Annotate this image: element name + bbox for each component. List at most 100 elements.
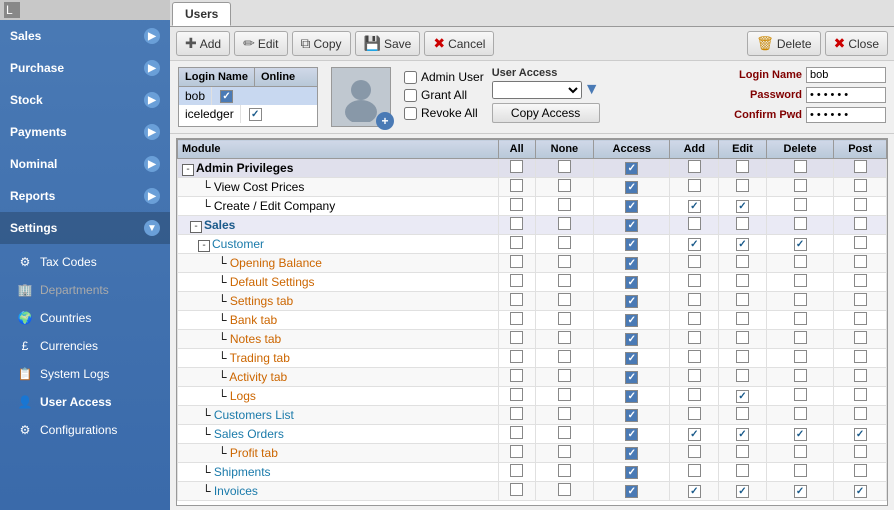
login-name-input[interactable] bbox=[806, 67, 886, 83]
checkbox-edit[interactable] bbox=[736, 331, 749, 344]
checkbox-access[interactable] bbox=[625, 295, 638, 308]
checkbox-add[interactable] bbox=[688, 293, 701, 306]
table-row[interactable]: └ Sales Orders bbox=[178, 425, 887, 444]
revoke-all-check[interactable]: Revoke All bbox=[404, 106, 484, 120]
checkbox-add[interactable] bbox=[688, 274, 701, 287]
checkbox-access[interactable] bbox=[625, 447, 638, 460]
checkbox-add[interactable] bbox=[688, 369, 701, 382]
checkbox-all[interactable] bbox=[510, 217, 523, 230]
table-row[interactable]: └ View Cost Prices bbox=[178, 178, 887, 197]
checkbox-access[interactable] bbox=[625, 428, 638, 441]
table-row[interactable]: └ Profit tab bbox=[178, 444, 887, 463]
settings-item-departments[interactable]: 🏢 Departments bbox=[0, 276, 170, 304]
checkbox-edit[interactable] bbox=[736, 390, 749, 403]
checkbox-add[interactable] bbox=[688, 464, 701, 477]
checkbox-post[interactable] bbox=[854, 369, 867, 382]
checkbox-none[interactable] bbox=[558, 312, 571, 325]
tree-toggle-icon[interactable]: - bbox=[198, 240, 210, 252]
checkbox-access[interactable] bbox=[625, 162, 638, 175]
checkbox-add[interactable] bbox=[688, 238, 701, 251]
checkbox-all[interactable] bbox=[510, 464, 523, 477]
edit-button[interactable]: ✏ Edit bbox=[234, 31, 287, 56]
checkbox-all[interactable] bbox=[510, 483, 523, 496]
checkbox-add[interactable] bbox=[688, 160, 701, 173]
checkbox-edit[interactable] bbox=[736, 179, 749, 192]
checkbox-edit[interactable] bbox=[736, 238, 749, 251]
checkbox-access[interactable] bbox=[625, 409, 638, 422]
table-row[interactable]: └ Customers List bbox=[178, 406, 887, 425]
grant-all-checkbox[interactable] bbox=[404, 89, 417, 102]
checkbox-access[interactable] bbox=[625, 238, 638, 251]
checkbox-all[interactable] bbox=[510, 407, 523, 420]
checkbox-all[interactable] bbox=[510, 445, 523, 458]
checkbox-none[interactable] bbox=[558, 331, 571, 344]
checkbox-all[interactable] bbox=[510, 350, 523, 363]
checkbox-all[interactable] bbox=[510, 426, 523, 439]
sidebar-item-nominal[interactable]: Nominal ▶ bbox=[0, 148, 170, 180]
checkbox-none[interactable] bbox=[558, 388, 571, 401]
checkbox-access[interactable] bbox=[625, 200, 638, 213]
copy-button[interactable]: ⧉ Copy bbox=[292, 31, 351, 56]
checkbox-access[interactable] bbox=[625, 352, 638, 365]
settings-item-system-logs[interactable]: 📋 System Logs bbox=[0, 360, 170, 388]
checkbox-add[interactable] bbox=[688, 200, 701, 213]
checkbox-post[interactable] bbox=[854, 198, 867, 211]
checkbox-delete[interactable] bbox=[794, 331, 807, 344]
checkbox-all[interactable] bbox=[510, 255, 523, 268]
checkbox-access[interactable] bbox=[625, 485, 638, 498]
table-row[interactable]: └ Trading tab bbox=[178, 349, 887, 368]
checkbox-post[interactable] bbox=[854, 388, 867, 401]
checkbox-none[interactable] bbox=[558, 350, 571, 363]
checkbox-delete[interactable] bbox=[794, 255, 807, 268]
checkbox-post[interactable] bbox=[854, 293, 867, 306]
checkbox-all[interactable] bbox=[510, 369, 523, 382]
checkbox-all[interactable] bbox=[510, 312, 523, 325]
checkbox-none[interactable] bbox=[558, 445, 571, 458]
checkbox-edit[interactable] bbox=[736, 445, 749, 458]
sidebar-item-stock[interactable]: Stock ▶ bbox=[0, 84, 170, 116]
grant-all-check[interactable]: Grant All bbox=[404, 88, 484, 102]
checkbox-all[interactable] bbox=[510, 160, 523, 173]
checkbox-all[interactable] bbox=[510, 179, 523, 192]
checkbox-delete[interactable] bbox=[794, 293, 807, 306]
settings-item-user-access[interactable]: 👤 User Access bbox=[0, 388, 170, 416]
checkbox-delete[interactable] bbox=[794, 445, 807, 458]
add-button[interactable]: ✚ Add bbox=[176, 31, 230, 56]
checkbox-post[interactable] bbox=[854, 160, 867, 173]
checkbox-delete[interactable] bbox=[794, 428, 807, 441]
settings-item-currencies[interactable]: £ Currencies bbox=[0, 332, 170, 360]
cancel-button[interactable]: ✖ Cancel bbox=[424, 31, 494, 56]
checkbox-delete[interactable] bbox=[794, 238, 807, 251]
checkbox-access[interactable] bbox=[625, 390, 638, 403]
checkbox-post[interactable] bbox=[854, 217, 867, 230]
sidebar-item-payments[interactable]: Payments ▶ bbox=[0, 116, 170, 148]
checkbox-edit[interactable] bbox=[736, 255, 749, 268]
checkbox-access[interactable] bbox=[625, 219, 638, 232]
checkbox-none[interactable] bbox=[558, 236, 571, 249]
checkbox-all[interactable] bbox=[510, 388, 523, 401]
table-row[interactable]: └ Invoices bbox=[178, 482, 887, 501]
admin-user-check[interactable]: Admin User bbox=[404, 70, 484, 84]
checkbox-post[interactable] bbox=[854, 236, 867, 249]
checkbox-edit[interactable] bbox=[736, 350, 749, 363]
checkbox-post[interactable] bbox=[854, 255, 867, 268]
table-row[interactable]: └ Notes tab bbox=[178, 330, 887, 349]
checkbox-none[interactable] bbox=[558, 160, 571, 173]
sidebar-item-reports[interactable]: Reports ▶ bbox=[0, 180, 170, 212]
table-row[interactable]: -Customer bbox=[178, 235, 887, 254]
checkbox-edit[interactable] bbox=[736, 293, 749, 306]
checkbox-edit[interactable] bbox=[736, 200, 749, 213]
checkbox-none[interactable] bbox=[558, 255, 571, 268]
checkbox-post[interactable] bbox=[854, 331, 867, 344]
confirm-pwd-input[interactable] bbox=[806, 107, 886, 123]
settings-item-tax-codes[interactable]: ⚙ Tax Codes bbox=[0, 248, 170, 276]
checkbox-add[interactable] bbox=[688, 217, 701, 230]
table-row[interactable]: └ Shipments bbox=[178, 463, 887, 482]
online-checkbox-bob[interactable] bbox=[220, 90, 233, 103]
settings-item-configurations[interactable]: ⚙ Configurations bbox=[0, 416, 170, 444]
checkbox-edit[interactable] bbox=[736, 464, 749, 477]
checkbox-delete[interactable] bbox=[794, 485, 807, 498]
checkbox-none[interactable] bbox=[558, 274, 571, 287]
checkbox-all[interactable] bbox=[510, 198, 523, 211]
checkbox-edit[interactable] bbox=[736, 312, 749, 325]
